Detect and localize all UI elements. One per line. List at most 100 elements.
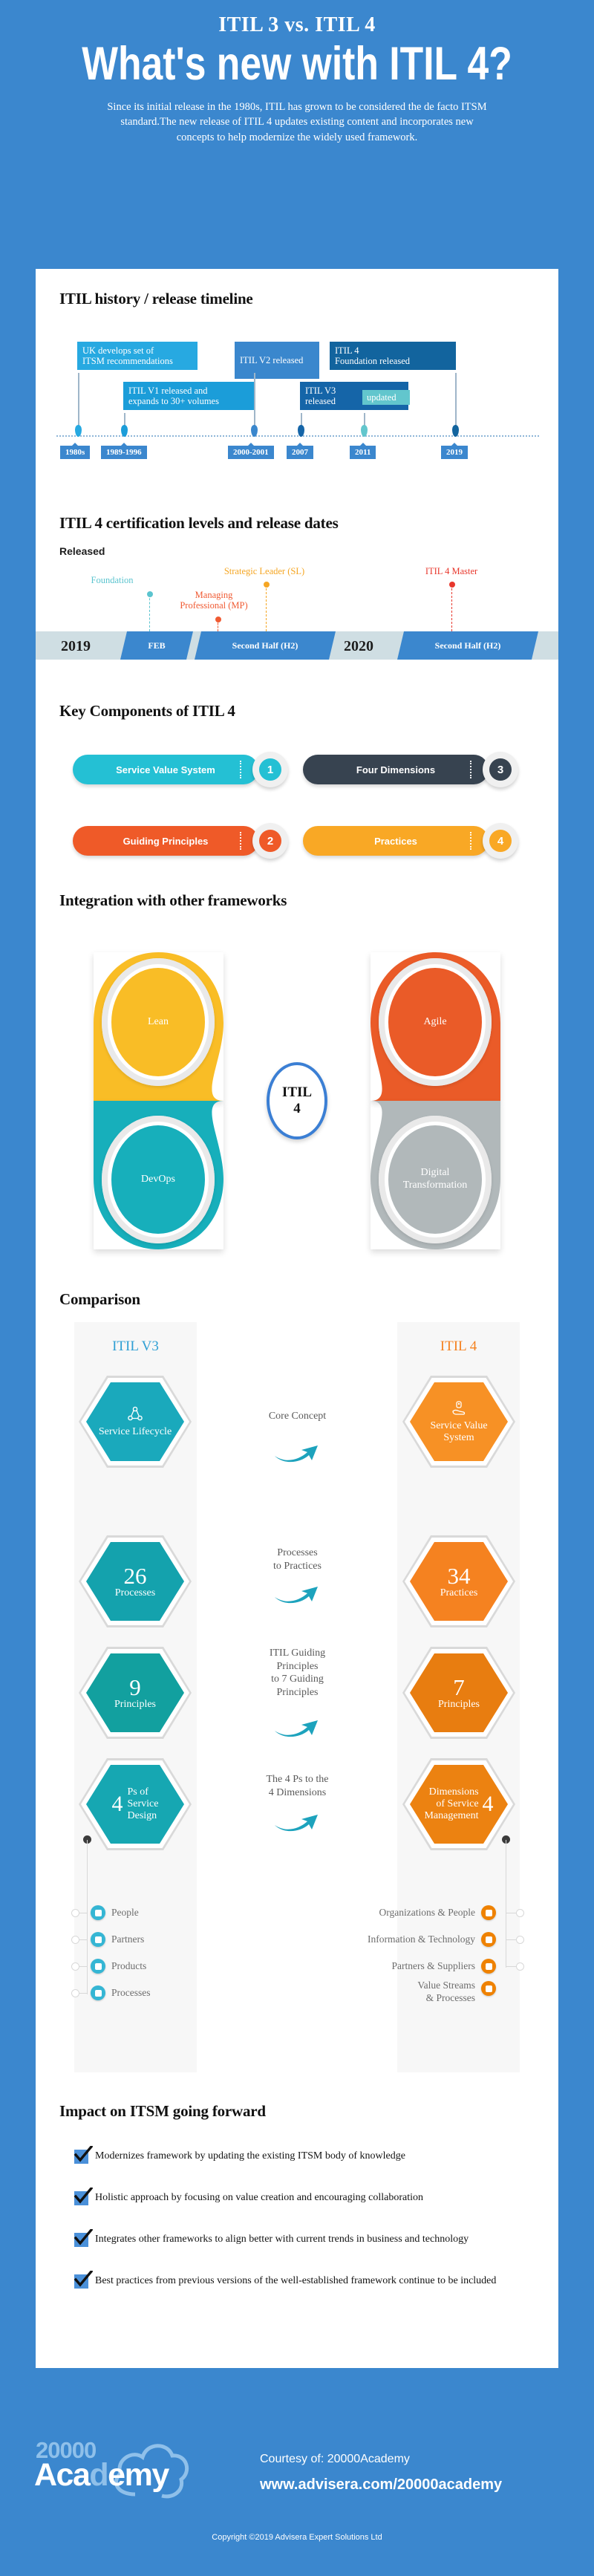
cert-axis-chip: Second Half (H2) — [397, 631, 538, 660]
comparison-middle-label: Processes to Practices — [273, 1547, 322, 1572]
footer-courtesy: Courtesy of: 20000Academy — [260, 2453, 410, 2465]
petal-label: DevOps — [111, 1125, 205, 1234]
page-title: What's new with ITIL 4? — [82, 38, 512, 90]
logo-emy: emy — [108, 2457, 169, 2493]
cert-leader-line — [266, 585, 267, 631]
key-component-item[interactable]: Guiding Principles 2 — [73, 823, 292, 859]
logo-aca: Aca — [34, 2457, 91, 2493]
comparison-header-left: ITIL V3 — [112, 1339, 159, 1354]
framework-petal-lean[interactable]: Lean — [94, 952, 223, 1101]
bullet-label: Information & Technology — [367, 1933, 475, 1945]
petal-label: Lean — [111, 968, 205, 1076]
comparison-cell-left: 4 Ps of Service Design — [79, 1758, 192, 1850]
key-component-label: Four Dimensions — [356, 764, 436, 775]
key-component-item[interactable]: Practices 4 — [303, 823, 522, 859]
arrow-right-icon — [275, 1720, 318, 1737]
petal-label: Agile — [388, 968, 482, 1076]
bullet-icon — [481, 1959, 496, 1974]
hex-label: Principles — [114, 1698, 156, 1710]
released-label: Released — [59, 545, 105, 557]
timeline-year: 1980s — [60, 443, 91, 459]
connector-line — [506, 1939, 516, 1940]
timeline-stem — [254, 373, 255, 432]
bullet-icon — [91, 1905, 105, 1920]
timeline-year: 1989-1996 — [101, 443, 147, 459]
impact-item: Integrates other frameworks to align bet… — [74, 2229, 511, 2247]
hand-gear-icon — [452, 1401, 466, 1415]
checkbox-checked-icon — [74, 2229, 93, 2247]
dotted-separator — [240, 832, 241, 850]
bullet-icon — [481, 1905, 496, 1920]
cert-axis-chip: Second Half (H2) — [195, 631, 336, 660]
list-item: Partners & Suppliers — [392, 1959, 496, 1974]
framework-petal-digital-transformation[interactable]: Digital Transformation — [371, 1101, 500, 1249]
timeline-event-box: ITIL V2 released — [235, 342, 319, 379]
cert-dot — [147, 591, 153, 597]
cert-leader-line — [149, 594, 150, 631]
key-component-item[interactable]: Four Dimensions 3 — [303, 752, 522, 787]
impact-item: Holistic approach by focusing on value c… — [74, 2188, 511, 2205]
petal-label: Digital Transformation — [388, 1125, 482, 1234]
timeline-event-box: ITIL V1 released and expands to 30+ volu… — [123, 382, 255, 410]
center-line-2: 4 — [293, 1101, 301, 1116]
list-item: Information & Technology — [368, 1932, 496, 1947]
footer-url[interactable]: www.advisera.com/20000academy — [260, 2476, 502, 2494]
section-title-key-components: Key Components of ITIL 4 — [59, 702, 235, 720]
bullet-icon — [481, 1932, 496, 1947]
bullet-label: People — [111, 1907, 139, 1918]
bullet-icon — [481, 1981, 496, 1996]
dotted-separator — [240, 761, 241, 778]
cert-axis-year: 2019 — [61, 638, 91, 654]
list-item: Organizations & People — [379, 1905, 496, 1920]
key-component-badge: 4 — [483, 823, 518, 859]
arrow-right-icon — [275, 1815, 318, 1832]
connector-line — [506, 1966, 516, 1967]
cert-dot — [449, 582, 455, 588]
impact-text: Modernizes framework by updating the exi… — [95, 2150, 405, 2162]
key-component-item[interactable]: Service Value System 1 — [73, 752, 292, 787]
hex-label: Principles — [438, 1698, 480, 1710]
timeline-stem — [455, 373, 457, 432]
footer-copyright: Copyright ©2019 Advisera Expert Solution… — [212, 2533, 382, 2542]
checkbox-checked-icon — [74, 2188, 93, 2205]
comparison-cell-left: 26 Processes — [79, 1535, 192, 1627]
framework-petal-agile[interactable]: Agile — [371, 952, 500, 1101]
bullet-label: Value Streams & Processes — [417, 1980, 475, 2003]
header-eyebrow: ITIL 3 vs. ITIL 4 — [218, 13, 376, 36]
connector-node — [71, 1962, 79, 1971]
comparison-middle-label: The 4 Ps to the 4 Dimensions — [266, 1774, 329, 1798]
section-title-timeline: ITIL history / release timeline — [59, 290, 253, 308]
impact-text: Holistic approach by focusing on value c… — [95, 2192, 424, 2203]
section-title-comparison: Comparison — [59, 1290, 140, 1308]
bullet-label: Products — [111, 1960, 147, 1971]
dotted-separator — [470, 761, 471, 778]
cert-dot — [264, 582, 270, 588]
hex-label: Processes — [114, 1587, 156, 1598]
connector-line — [87, 1913, 88, 1994]
cert-level-label: Foundation — [91, 575, 134, 585]
connector-node — [71, 1989, 79, 1997]
list-item: Products — [91, 1959, 146, 1974]
timeline-event-box: ITIL 4 Foundation released — [330, 342, 456, 370]
timeline-stem — [78, 373, 79, 432]
list-item: People — [91, 1905, 139, 1920]
impact-text: Integrates other frameworks to align bet… — [95, 2234, 469, 2245]
cert-level-label: Managing Professional (MP) — [180, 590, 248, 611]
header-intro: Since its initial release in the 1980s, … — [107, 100, 487, 143]
section-title-certification: ITIL 4 certification levels and release … — [59, 514, 339, 532]
timeline-year: 2007 — [287, 443, 313, 459]
key-component-number: 4 — [489, 830, 512, 852]
checkbox-checked-icon — [74, 2146, 93, 2164]
comparison-cell-right: 7 Principles — [402, 1647, 515, 1739]
cert-level-label: Strategic Leader (SL) — [223, 566, 305, 576]
key-component-badge: 3 — [483, 752, 518, 787]
arrow-right-icon — [275, 1587, 318, 1604]
connector-node — [516, 1909, 524, 1917]
key-component-number: 1 — [259, 758, 281, 781]
connector-node — [71, 1936, 79, 1944]
connector-node — [71, 1909, 79, 1917]
hex-number: 7 — [453, 1674, 465, 1700]
checkbox-checked-icon — [74, 2271, 93, 2289]
arrow-right-icon — [275, 1445, 318, 1463]
framework-petal-devops[interactable]: DevOps — [94, 1101, 223, 1249]
